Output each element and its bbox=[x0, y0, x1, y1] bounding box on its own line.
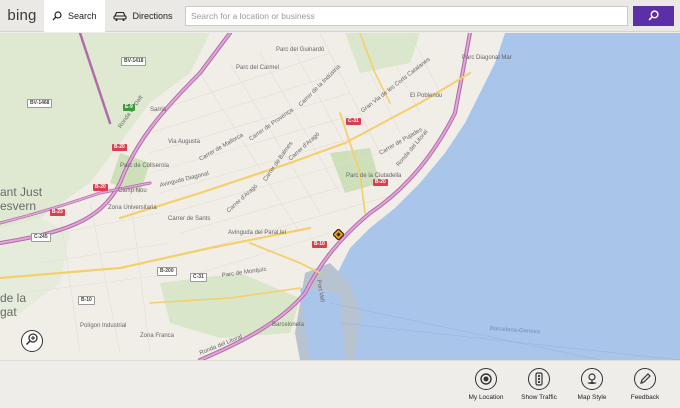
road-shield: B-20 bbox=[112, 144, 127, 151]
map-label: de la bbox=[0, 291, 27, 305]
map-label: gat bbox=[0, 305, 17, 319]
road-shield: C-245 bbox=[31, 233, 51, 242]
location-pin-icon[interactable] bbox=[333, 229, 344, 240]
my-location-icon bbox=[475, 368, 497, 390]
map-label: Via Augusta bbox=[168, 139, 200, 145]
map-label: esvern bbox=[0, 199, 37, 213]
map-base bbox=[0, 33, 680, 360]
map-label: Avinguda del Paral.lel bbox=[228, 230, 286, 236]
my-location-button[interactable]: My Location bbox=[461, 368, 511, 401]
road-shield: C-31 bbox=[346, 118, 361, 125]
traffic-light-icon bbox=[528, 368, 550, 390]
map-label: Zona Franca bbox=[140, 333, 175, 339]
directions-tab[interactable]: Directions bbox=[105, 0, 181, 32]
road-shield: BV-1418 bbox=[121, 57, 147, 66]
show-traffic-button[interactable]: Show Traffic bbox=[514, 368, 564, 401]
show-traffic-label: Show Traffic bbox=[521, 394, 557, 401]
zoom-in-button[interactable] bbox=[21, 330, 43, 352]
road-shield: B-20 bbox=[93, 184, 108, 191]
road-shield: B-10 bbox=[312, 241, 327, 248]
search-input[interactable] bbox=[185, 6, 628, 26]
search-tab-label: Search bbox=[68, 10, 97, 21]
map-style-label: Map Style bbox=[577, 394, 607, 401]
feedback-label: Feedback bbox=[630, 394, 660, 401]
map-label: ant Just bbox=[0, 185, 43, 199]
map-label: Camp Nou bbox=[118, 188, 147, 194]
car-icon bbox=[112, 11, 127, 21]
feedback-button[interactable]: Feedback bbox=[620, 368, 670, 401]
map-label: Parc del Carmel bbox=[236, 65, 280, 71]
map-label: Polígon Industrial bbox=[80, 323, 127, 329]
search-icon bbox=[52, 10, 62, 21]
road-shield: B-10 bbox=[78, 296, 95, 305]
search-tab[interactable]: Search bbox=[44, 0, 105, 32]
my-location-label: My Location bbox=[468, 394, 504, 401]
road-shield: E-9 bbox=[123, 104, 135, 111]
road-shield: B-200 bbox=[157, 267, 177, 276]
road-shield: B-23 bbox=[50, 209, 65, 216]
app-bar: My Location Show Traffic Map Style Feedb… bbox=[0, 360, 680, 408]
map-label: Parc Diagonal Mar bbox=[462, 55, 512, 61]
map-label: Sarrià bbox=[150, 107, 167, 113]
top-bar: bing Search Directions bbox=[0, 0, 680, 32]
map-label: El Poblenou bbox=[410, 93, 443, 99]
map-label: Zona Universitaria bbox=[108, 205, 157, 211]
road-shield: B-20 bbox=[373, 179, 388, 186]
map-style-button[interactable]: Map Style bbox=[567, 368, 617, 401]
map-label: Barceloneta bbox=[272, 322, 305, 328]
search-icon bbox=[648, 9, 659, 24]
pencil-icon bbox=[634, 368, 656, 390]
zoom-in-icon bbox=[25, 332, 39, 351]
map-label: Parc del Guinardó bbox=[276, 47, 325, 53]
search-button[interactable] bbox=[633, 6, 674, 26]
map-style-icon bbox=[581, 368, 603, 390]
road-shield: C-31 bbox=[190, 273, 207, 282]
bing-maps-app: bing Search Directions Search for a loca… bbox=[0, 0, 680, 408]
directions-tab-label: Directions bbox=[132, 10, 173, 21]
bing-logo: bing bbox=[7, 7, 37, 24]
map-label: Parc de Collserola bbox=[120, 163, 170, 169]
map-label: Carrer de Sants bbox=[168, 216, 211, 222]
map-canvas[interactable]: ant Just esvern de la gat Ronda de Dalt … bbox=[0, 33, 680, 360]
road-shield: BV-1468 bbox=[27, 99, 53, 108]
